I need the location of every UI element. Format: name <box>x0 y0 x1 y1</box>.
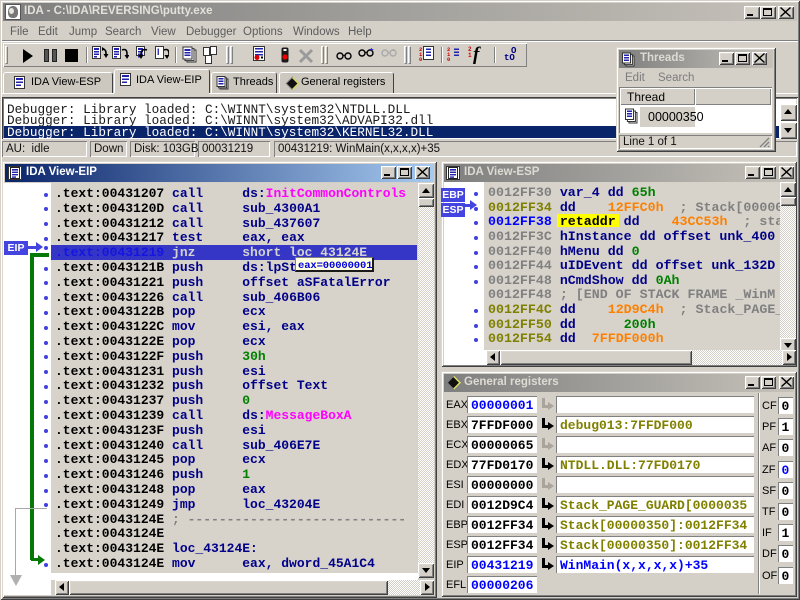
svg-text:f: f <box>473 45 481 64</box>
svg-text:tO: tO <box>504 53 515 62</box>
svg-text:1: 1 <box>468 52 472 59</box>
svg-text:I: I <box>157 47 160 57</box>
svg-text:0: 0 <box>419 56 422 62</box>
svg-text:0: 0 <box>447 56 450 62</box>
svg-text:+: + <box>369 48 374 54</box>
svg-text:-: - <box>392 48 395 54</box>
